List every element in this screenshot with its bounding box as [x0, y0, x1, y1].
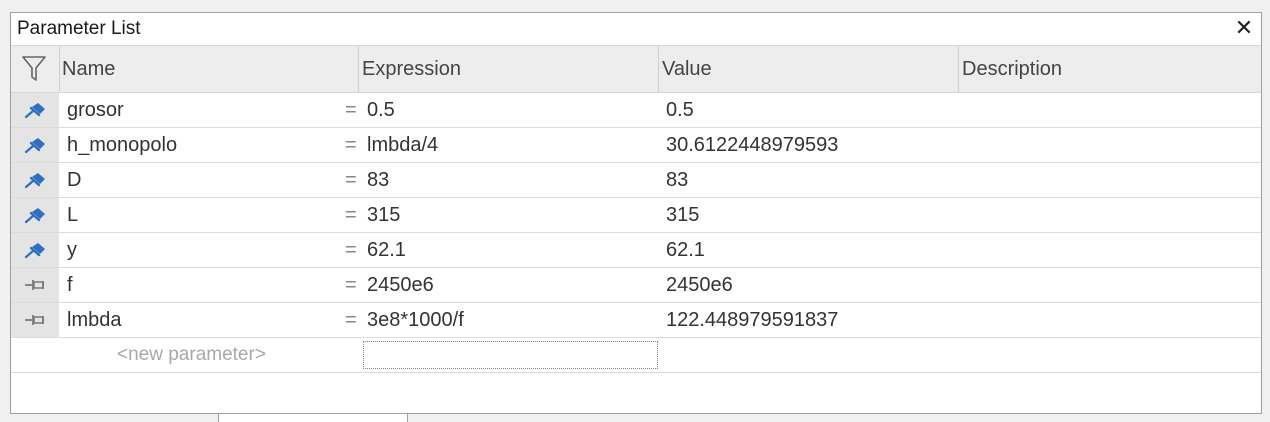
- equals-sign: =: [345, 169, 357, 191]
- parameter-row[interactable]: f = 2450e6 2450e6: [11, 268, 1261, 303]
- filter-button[interactable]: [11, 46, 60, 92]
- panel-title: Parameter List: [17, 18, 141, 39]
- parameter-value: 83: [666, 169, 689, 191]
- equals-sign: =: [345, 134, 357, 156]
- parameter-list-panel: Parameter List ✕ Name Expression Value D…: [10, 12, 1262, 414]
- equals-sign: =: [345, 309, 357, 331]
- parameter-row[interactable]: D = 83 83: [11, 163, 1261, 198]
- pin-toggle[interactable]: [11, 198, 59, 232]
- parameter-expression[interactable]: 83: [367, 163, 389, 197]
- bottom-tab[interactable]: [218, 414, 408, 422]
- panel-titlebar: Parameter List ✕: [11, 13, 1261, 45]
- pin-toggle[interactable]: [11, 233, 59, 267]
- parameter-expression[interactable]: 315: [367, 198, 400, 232]
- equals-sign: =: [345, 239, 357, 261]
- column-header-value[interactable]: Value: [659, 46, 959, 92]
- new-expression-input[interactable]: [363, 341, 658, 369]
- parameter-expression[interactable]: lmbda/4: [367, 128, 438, 162]
- parameter-name[interactable]: D: [67, 163, 81, 197]
- pin-toggle[interactable]: [11, 93, 59, 127]
- parameter-row[interactable]: h_monopolo = lmbda/4 30.6122448979593: [11, 128, 1261, 163]
- parameter-expression[interactable]: 0.5: [367, 93, 395, 127]
- pin-icon: [24, 173, 45, 189]
- parameter-value: 2450e6: [666, 274, 733, 296]
- pin-toggle[interactable]: [11, 303, 59, 337]
- parameter-name[interactable]: grosor: [67, 93, 124, 127]
- parameter-name[interactable]: lmbda: [67, 303, 121, 337]
- column-header-row: Name Expression Value Description: [11, 45, 1261, 93]
- parameter-row[interactable]: L = 315 315: [11, 198, 1261, 233]
- parameter-expression[interactable]: 62.1: [367, 233, 406, 267]
- parameter-name[interactable]: f: [67, 268, 73, 302]
- pin-toggle[interactable]: [11, 163, 59, 197]
- parameter-value: 62.1: [666, 239, 705, 261]
- parameter-value: 0.5: [666, 99, 694, 121]
- pin-icon: [24, 243, 45, 259]
- parameter-row[interactable]: lmbda = 3e8*1000/f 122.448979591837: [11, 303, 1261, 338]
- parameter-expression[interactable]: 3e8*1000/f: [367, 303, 464, 337]
- pin-toggle[interactable]: [11, 128, 59, 162]
- parameter-value: 315: [666, 204, 700, 226]
- unpinned-icon: [25, 315, 44, 325]
- equals-sign: =: [345, 274, 357, 296]
- column-header-name[interactable]: Name: [59, 46, 359, 92]
- pin-icon: [24, 138, 45, 154]
- column-header-expression[interactable]: Expression: [359, 46, 659, 92]
- unpinned-icon: [25, 280, 44, 290]
- parameter-name[interactable]: y: [67, 233, 77, 267]
- parameter-value: 122.448979591837: [666, 309, 839, 331]
- pin-icon: [24, 103, 45, 119]
- parameter-rows: grosor = 0.5 0.5 h_monopolo = lmbda/4 30.612244…: [11, 93, 1261, 373]
- parameter-name[interactable]: L: [67, 198, 78, 232]
- pin-toggle[interactable]: [11, 268, 59, 302]
- parameter-row[interactable]: y = 62.1 62.1: [11, 233, 1261, 268]
- filter-icon: [22, 56, 46, 81]
- equals-sign: =: [345, 204, 357, 226]
- equals-sign: =: [345, 99, 357, 121]
- pin-icon: [24, 208, 45, 224]
- parameter-name[interactable]: h_monopolo: [67, 128, 177, 162]
- column-header-description[interactable]: Description: [959, 46, 1261, 92]
- new-parameter-row[interactable]: <new parameter>: [11, 338, 1261, 373]
- parameter-row[interactable]: grosor = 0.5 0.5: [11, 93, 1261, 128]
- new-parameter-placeholder[interactable]: <new parameter>: [117, 338, 266, 372]
- close-button[interactable]: ✕: [1233, 16, 1255, 40]
- parameter-value: 30.6122448979593: [666, 134, 839, 156]
- parameter-expression[interactable]: 2450e6: [367, 268, 434, 302]
